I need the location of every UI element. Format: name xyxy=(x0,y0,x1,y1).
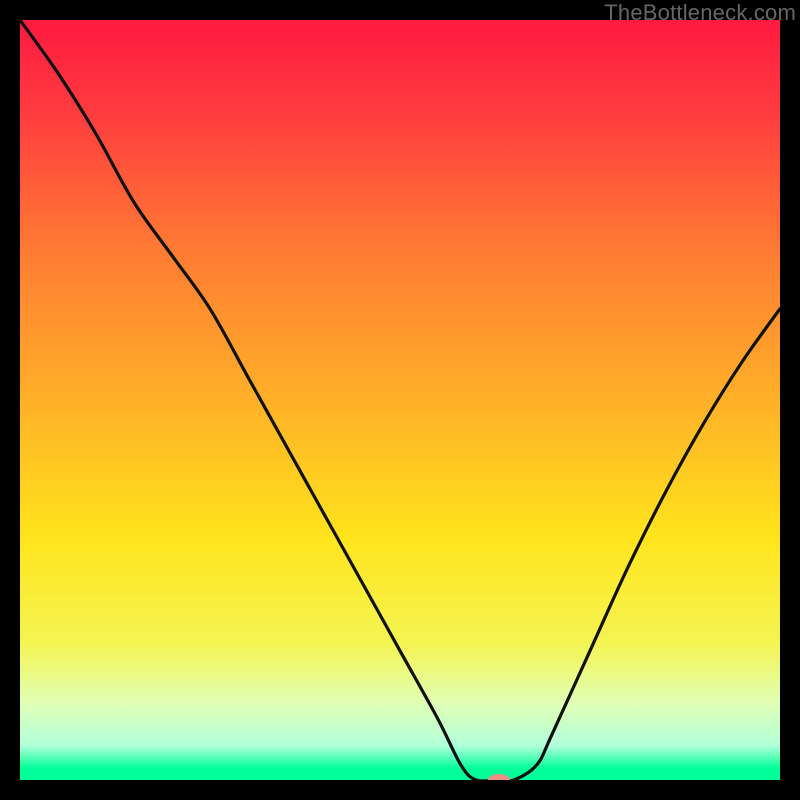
chart-frame: TheBottleneck.com xyxy=(0,0,800,800)
gradient-background xyxy=(20,20,780,780)
watermark-text: TheBottleneck.com xyxy=(604,0,796,26)
plot-area xyxy=(20,20,780,780)
optimum-marker xyxy=(488,774,510,780)
